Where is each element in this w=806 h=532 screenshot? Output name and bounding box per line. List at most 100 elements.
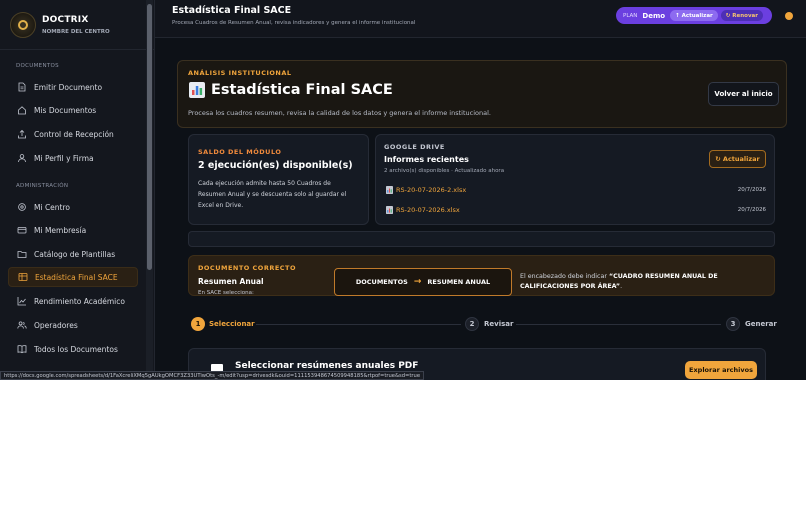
drive-refresh-button[interactable]: ↻ Actualizar [709,150,766,168]
stepper: 1 Seleccionar 2 Revisar 3 Generar [188,317,777,331]
file-row[interactable]: RS-20-07-2026-2.xlsx 20/7/2026 [386,184,766,196]
sidebar-item-rendimiento[interactable]: Rendimiento Académico [8,291,138,311]
balance-kicker: SALDO DEL MÓDULO [198,148,282,156]
step-3-number: 3 [726,317,740,331]
brand[interactable]: DOCTRIX NOMBRE DEL CENTRO [0,0,154,50]
sidebar-item-label: Mi Membresía [34,225,87,235]
spreadsheet-file-icon [386,186,393,194]
hero-subtitle: Procesa los cuadros resumen, revisa la c… [188,109,491,117]
sace-path-to: RESUMEN ANUAL [427,278,491,286]
plan-label: PLAN [623,12,638,19]
sidebar-item-control-recepcion[interactable]: Control de Recepción [8,124,138,144]
spreadsheet-file-icon [386,206,393,214]
balance-description: Cada ejecución admite hasta 50 Cuadros d… [198,180,347,209]
home-icon [18,106,26,115]
drive-subtitle: 2 archivo(s) disponibles · Actualizado a… [384,168,505,174]
sidebar-item-label: Mi Perfil y Firma [34,153,94,163]
sidebar-item-label: Mis Documentos [34,105,97,115]
card-icon [17,227,27,234]
file-link[interactable]: RS-20-07-2026-2.xlsx [396,186,466,194]
sidebar-item-mi-membresia[interactable]: Mi Membresía [8,220,138,240]
sidebar-item-label: Mi Centro [34,202,70,212]
balance-headline: 2 ejecución(es) disponible(s) [198,160,353,171]
sidebar-item-mi-centro[interactable]: Mi Centro [8,197,138,217]
file-row[interactable]: RS-20-07-2026.xlsx 20/7/2026 [386,204,766,216]
nav-section-documentos: DOCUMENTOS [16,63,59,69]
empty-notice-bar [188,231,775,247]
upload-title: Seleccionar resúmenes anuales PDF [235,361,419,371]
sace-path: DOCUMENTOS → RESUMEN ANUAL [334,268,512,296]
file-link[interactable]: RS-20-07-2026.xlsx [396,206,460,214]
sidebar: DOCTRIX NOMBRE DEL CENTRO DOCUMENTOS Emi… [0,0,155,380]
sidebar-item-operadores[interactable]: Operadores [8,315,138,335]
doc-kicker: DOCUMENTO CORRECTO [198,264,297,272]
brand-subtitle: NOMBRE DEL CENTRO [42,28,110,35]
doc-subtitle: En SACE selecciona: [198,290,254,296]
step-1-number: 1 [191,317,205,331]
step-connector [256,324,461,325]
correct-document-card: DOCUMENTO CORRECTO Resumen Anual En SACE… [188,255,775,296]
sidebar-item-label: Estadística Final SACE [35,272,118,282]
sidebar-item-estadistica-sace[interactable]: Estadística Final SACE [8,267,138,287]
link-status-bar: https://docs.google.com/spreadsheets/d/1… [0,371,425,380]
step-1-label: Seleccionar [209,320,255,328]
doc-note-prefix: El encabezado debe indicar [520,273,609,280]
hero-title: Estadística Final SACE [189,82,393,98]
sidebar-item-label: Operadores [34,320,78,330]
plan-update-button[interactable]: ↑ Actualizar [670,10,718,21]
plan-badge: PLAN Demo ↑ Actualizar ↻ Renovar [616,7,772,24]
sidebar-scrollbar-thumb[interactable] [147,4,152,270]
spreadsheet-icon [18,273,28,281]
step-2-label: Revisar [484,320,514,328]
drive-kicker: GOOGLE DRIVE [384,143,445,151]
sidebar-item-label: Control de Recepción [34,129,114,139]
logo-icon [10,11,36,38]
module-balance-card: SALDO DEL MÓDULO 2 ejecución(es) disponi… [188,134,369,225]
settings-icon [18,203,26,211]
plan-renew-button[interactable]: ↻ Renovar [720,10,763,21]
step-3-label: Generar [745,320,777,328]
drive-title: Informes recientes [384,155,469,164]
sidebar-item-todos-documentos[interactable]: Todos los Documentos [8,339,138,359]
doc-note-suffix: . [620,283,623,290]
page-subtitle: Procesa Cuadros de Resumen Anual, revisa… [172,20,416,26]
chart-icon [17,297,26,306]
nav-section-administracion: ADMINISTRACIÓN [16,183,69,189]
hero-title-text: Estadística Final SACE [211,82,393,98]
step-connector [516,324,721,325]
step-2-number: 2 [465,317,479,331]
file-date: 20/7/2026 [737,207,766,213]
sidebar-item-emitir-documento[interactable]: Emitir Documento [8,77,138,97]
file-date: 20/7/2026 [737,187,766,193]
topbar: Estadística Final SACE Procesa Cuadros d… [155,0,806,38]
sidebar-item-mis-documentos[interactable]: Mis Documentos [8,100,138,120]
plan-name: Demo [642,11,666,20]
bar-chart-icon [189,82,205,98]
arrow-right-icon: → [413,277,422,287]
sidebar-item-label: Catálogo de Plantillas [34,249,116,259]
hero-card: ANÁLISIS INSTITUCIONAL Estadística Final… [177,60,787,128]
notification-dot-icon[interactable] [785,12,793,20]
upload-icon [18,129,26,139]
sidebar-item-label: Emitir Documento [34,82,103,92]
doc-title: Resumen Anual [198,277,264,286]
app-window: DOCTRIX NOMBRE DEL CENTRO DOCUMENTOS Emi… [0,0,806,380]
hero-kicker: ANÁLISIS INSTITUCIONAL [188,69,292,77]
doc-header-note: El encabezado debe indicar “CUADRO RESUM… [520,272,740,292]
user-icon [18,154,26,163]
sidebar-item-label: Todos los Documentos [34,344,118,354]
browse-files-button[interactable]: Explorar archivos [685,361,757,379]
brand-name: DOCTRIX [42,14,89,25]
users-icon [17,321,27,329]
sidebar-item-catalogo-plantillas[interactable]: Catálogo de Plantillas [8,244,138,264]
folder-icon [17,251,27,258]
page-title: Estadística Final SACE [172,5,292,16]
sace-path-from: DOCUMENTOS [355,278,408,286]
google-drive-card: GOOGLE DRIVE Informes recientes 2 archiv… [375,134,775,225]
back-home-button[interactable]: Volver al inicio [708,82,779,106]
sidebar-item-label: Rendimiento Académico [34,296,125,306]
sidebar-item-mi-perfil[interactable]: Mi Perfil y Firma [8,148,138,168]
book-icon [17,345,27,354]
main-content: ANÁLISIS INSTITUCIONAL Estadística Final… [155,38,806,380]
document-icon [18,82,26,92]
